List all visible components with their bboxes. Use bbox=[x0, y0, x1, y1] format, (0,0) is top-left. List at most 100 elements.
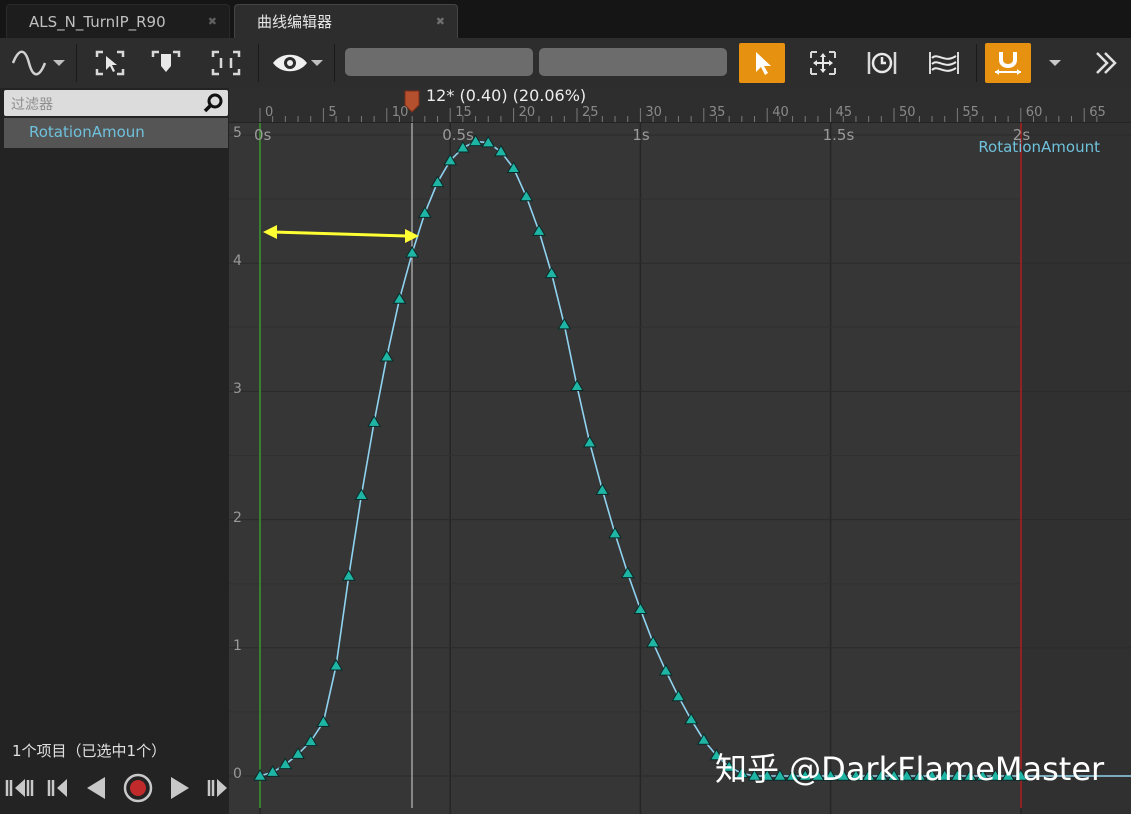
tab-bar: ALS_N_TurnIP_R90 ✖ 曲线编辑器 ✖ bbox=[0, 0, 1131, 38]
select-tool-button[interactable] bbox=[739, 43, 785, 83]
value-axis-label: 2 bbox=[233, 509, 242, 526]
curve-key[interactable] bbox=[417, 206, 432, 218]
step-forward-icon bbox=[207, 779, 227, 797]
ruler-frame-label: 50 bbox=[899, 105, 916, 120]
curve-key[interactable] bbox=[658, 663, 673, 676]
curve-view-mode-button[interactable] bbox=[8, 43, 68, 83]
frame-select-icon bbox=[95, 50, 125, 76]
curve-graph[interactable]: 0 5 10 15 20 25 30 35 40 45 50 55 60 65 12* (0.40) (2… bbox=[229, 86, 1131, 814]
curve-key[interactable] bbox=[392, 292, 407, 304]
snapping-button[interactable] bbox=[985, 43, 1031, 83]
timeline-ruler[interactable]: 0 5 10 15 20 25 30 35 40 45 50 55 60 65 12* (0.40) (2… bbox=[229, 86, 1131, 123]
value-axis-label: 5 bbox=[233, 125, 242, 141]
value-input-field[interactable] bbox=[539, 48, 727, 76]
filter-input[interactable]: 过滤器 bbox=[4, 90, 228, 116]
search-icon bbox=[202, 91, 226, 119]
value-axis-label: 4 bbox=[233, 253, 242, 270]
frame-all-button[interactable] bbox=[204, 43, 248, 83]
curve-key[interactable] bbox=[620, 566, 635, 579]
curve-tree-panel: 过滤器 RotationAmoun 1个项目（已选中1个） bbox=[0, 88, 230, 814]
curve-key[interactable] bbox=[532, 224, 546, 236]
ruler-frame-label: 45 bbox=[835, 105, 853, 120]
time-axis-label: 1s bbox=[632, 126, 650, 144]
curve-key[interactable] bbox=[671, 689, 686, 702]
ruler-frame-label: 15 bbox=[455, 105, 472, 120]
curve-key[interactable] bbox=[303, 734, 318, 747]
curve-key[interactable] bbox=[544, 266, 559, 279]
skip-start-icon bbox=[5, 779, 34, 797]
curve-key[interactable] bbox=[557, 317, 572, 330]
time-axis-label: 0.5s bbox=[442, 126, 474, 144]
curve-list-item[interactable]: RotationAmoun bbox=[4, 118, 228, 148]
playhead-marker[interactable] bbox=[403, 89, 421, 113]
curve-key[interactable] bbox=[696, 733, 711, 745]
ruler-frame-label: 5 bbox=[328, 105, 337, 120]
tab-label: ALS_N_TurnIP_R90 bbox=[29, 12, 166, 31]
record-icon bbox=[123, 773, 153, 803]
watermark: 知乎 @DarkFlameMaster bbox=[715, 750, 1105, 788]
time-axis-label: 0s bbox=[254, 126, 272, 144]
time-input-field[interactable] bbox=[345, 48, 533, 76]
tab-curve-editor[interactable]: 曲线编辑器 ✖ bbox=[234, 4, 458, 38]
curve-key[interactable] bbox=[316, 715, 331, 727]
curve-item-label: RotationAmoun bbox=[29, 123, 145, 141]
chevron-down-icon bbox=[1049, 60, 1061, 66]
curve-key[interactable] bbox=[608, 526, 622, 539]
curve-key[interactable] bbox=[329, 658, 343, 671]
ruler-frame-label: 0 bbox=[265, 105, 274, 120]
ruler-frame-label: 25 bbox=[582, 105, 599, 120]
key-frame-icon bbox=[151, 50, 181, 72]
curve-key[interactable] bbox=[582, 435, 597, 448]
close-icon[interactable]: ✖ bbox=[436, 15, 445, 28]
curve-key[interactable] bbox=[341, 569, 356, 581]
curve-key[interactable] bbox=[494, 144, 508, 157]
retime-tool-button[interactable] bbox=[860, 43, 904, 83]
curve-key[interactable] bbox=[633, 602, 648, 615]
ruler-frame-label: 60 bbox=[1025, 105, 1043, 120]
wave-icon bbox=[11, 50, 65, 76]
snapping-options-dropdown[interactable] bbox=[1040, 43, 1070, 83]
transform-tool-button[interactable] bbox=[801, 43, 845, 83]
curve-key[interactable] bbox=[265, 765, 280, 777]
curve-key[interactable] bbox=[430, 175, 445, 188]
cursor-icon bbox=[756, 52, 771, 75]
curve-key[interactable] bbox=[519, 189, 534, 202]
step-back-button[interactable] bbox=[42, 772, 74, 804]
ruler-frame-label: 65 bbox=[1089, 105, 1106, 120]
toolbar bbox=[0, 38, 1131, 88]
multi-scale-tool-button[interactable] bbox=[922, 43, 966, 83]
step-back-icon bbox=[47, 779, 67, 797]
curve-key[interactable] bbox=[379, 349, 394, 362]
curve-canvas[interactable] bbox=[229, 88, 1131, 814]
curve-key[interactable] bbox=[570, 379, 584, 391]
toolbar-overflow-button[interactable] bbox=[1086, 43, 1126, 83]
value-axis-label: 1 bbox=[233, 637, 242, 654]
curve-key[interactable] bbox=[367, 415, 381, 427]
tab-label: 曲线编辑器 bbox=[257, 13, 333, 31]
record-button[interactable] bbox=[122, 772, 154, 804]
ruler-frame-label: 55 bbox=[962, 105, 979, 120]
curve-key[interactable] bbox=[405, 245, 420, 258]
curve-key[interactable] bbox=[278, 757, 293, 770]
visibility-button[interactable] bbox=[268, 43, 328, 83]
ruler-frame-label: 20 bbox=[518, 105, 536, 120]
tab-animation-asset[interactable]: ALS_N_TurnIP_R90 ✖ bbox=[6, 4, 230, 38]
zoom-to-fit-button[interactable] bbox=[88, 43, 132, 83]
waves-icon bbox=[929, 52, 959, 74]
play-reverse-button[interactable] bbox=[80, 772, 112, 804]
filter-placeholder: 过滤器 bbox=[11, 97, 53, 113]
close-icon[interactable]: ✖ bbox=[208, 15, 217, 28]
frame-key-button[interactable] bbox=[144, 43, 188, 83]
curve-name-label: RotationAmount bbox=[978, 138, 1100, 156]
curve-key[interactable] bbox=[684, 712, 698, 725]
value-axis-label: 3 bbox=[233, 381, 242, 398]
value-axis-label: 0 bbox=[233, 766, 242, 782]
play-forward-button[interactable] bbox=[164, 772, 196, 804]
eye-icon bbox=[273, 54, 323, 72]
curve-key[interactable] bbox=[354, 488, 369, 500]
curve-key[interactable] bbox=[595, 483, 610, 495]
play-icon bbox=[171, 777, 189, 799]
curve-key[interactable] bbox=[646, 635, 660, 648]
step-forward-button[interactable] bbox=[204, 772, 228, 804]
jump-to-start-button[interactable] bbox=[4, 772, 36, 804]
